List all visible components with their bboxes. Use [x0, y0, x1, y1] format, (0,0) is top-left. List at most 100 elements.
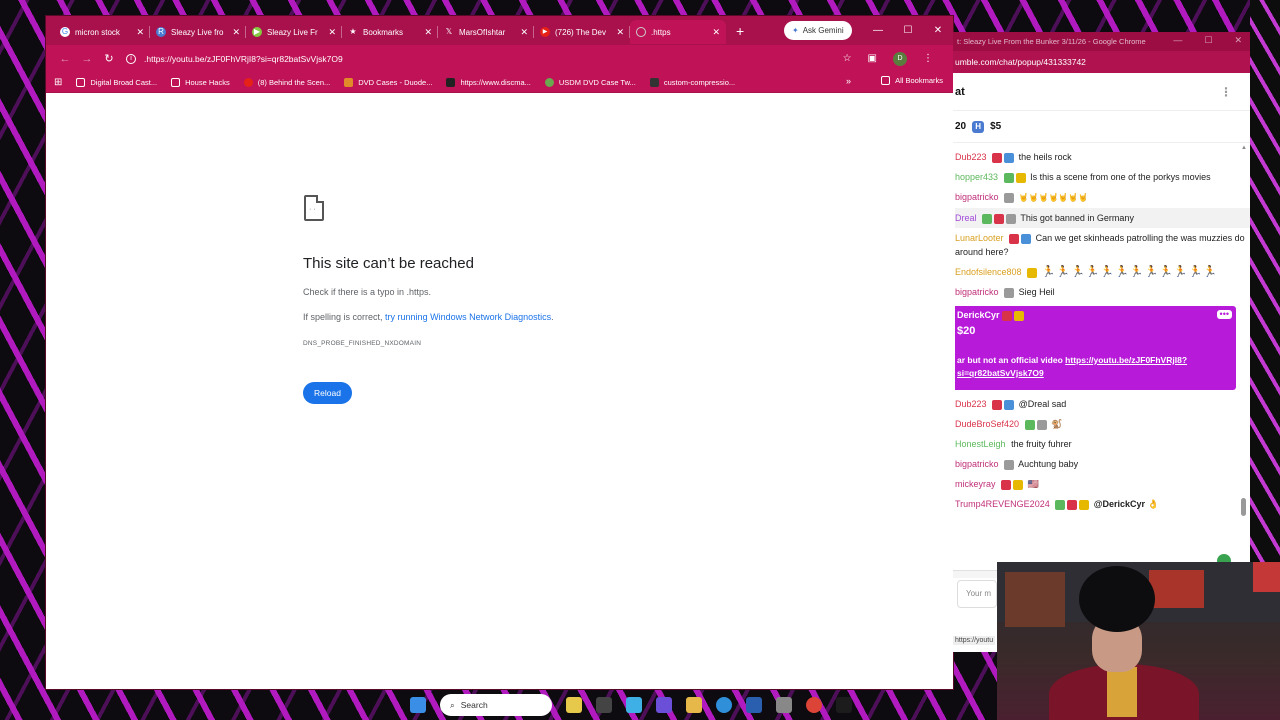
new-tab-button[interactable]: +: [736, 23, 744, 39]
profile-avatar[interactable]: D: [893, 51, 907, 66]
settings-gear-icon[interactable]: [776, 697, 792, 713]
badge-icon: [1021, 233, 1032, 244]
chat-scrollbar-thumb[interactable]: [1241, 498, 1246, 516]
badge-icon: [1015, 172, 1026, 183]
browser-toolbar: ← → ↻ i .https://youtu.be/zJF0FhVRjI8?si…: [46, 45, 953, 72]
discmakers-icon: [446, 77, 456, 87]
close-tab-icon[interactable]: ✕: [136, 27, 144, 38]
tab-sleazy-live-2[interactable]: ▶ Sleazy Live Fr ✕: [245, 20, 342, 44]
badge-icon: [1004, 399, 1015, 410]
badge-icon: [982, 213, 993, 224]
tab-bookmarks[interactable]: ★ Bookmarks ✕: [341, 20, 438, 44]
extensions-icon[interactable]: ▣: [868, 53, 877, 64]
tab-sleazy-live-1[interactable]: R Sleazy Live fro ✕: [149, 20, 246, 44]
close-tab-icon[interactable]: ✕: [712, 27, 720, 38]
ask-gemini-button[interactable]: ✦ Ask Gemini: [784, 21, 852, 40]
badge-icon: [994, 213, 1005, 224]
badge-icon: [1002, 310, 1013, 321]
bookmark-item[interactable]: https://www.discma...: [446, 77, 531, 87]
bookmark-item[interactable]: (8) Behind the Scen...: [243, 77, 330, 87]
close-tab-icon[interactable]: ✕: [520, 27, 528, 38]
bookmarks-bar: ⊞ Digital Broad Cast... House Hacks (8) …: [46, 72, 953, 93]
fur-hat: [1079, 566, 1155, 632]
maximize-icon[interactable]: ☐: [893, 16, 923, 45]
taskbar: ⌕ Search: [0, 690, 1280, 720]
tab-micron-stock[interactable]: G micron stock ✕: [54, 20, 150, 44]
badge-icon: [1024, 419, 1035, 430]
tab-marsofishtar[interactable]: 𝕏 MarsOfIshtar ✕: [437, 20, 534, 44]
rumble-favicon-icon: R: [156, 27, 166, 37]
bookmark-item[interactable]: House Hacks: [171, 77, 230, 87]
minimize-icon[interactable]: —: [1173, 35, 1182, 46]
close-tab-icon[interactable]: ✕: [616, 27, 624, 38]
badge-icon: [1004, 459, 1015, 470]
file-icon[interactable]: [596, 697, 612, 713]
chat-message-input[interactable]: Your m: [957, 580, 997, 608]
forward-arrow-icon[interactable]: →: [76, 53, 98, 65]
close-window-icon[interactable]: ✕: [923, 16, 953, 45]
address-bar[interactable]: i .https://youtu.be/zJF0FhVRjI8?si=qr82b…: [126, 49, 843, 69]
chrome-icon[interactable]: [806, 697, 822, 713]
taskbar-search[interactable]: ⌕ Search: [440, 694, 552, 716]
bookmark-item[interactable]: USDM DVD Case Tw...: [544, 77, 636, 87]
reload-button[interactable]: Reload: [303, 382, 352, 404]
badge-icon: [1003, 172, 1014, 183]
store-icon[interactable]: [746, 697, 762, 713]
badge-icon: [1013, 479, 1024, 490]
search-icon: ⌕: [450, 699, 455, 710]
chat-message: HonestLeigh the fruity fuhrer: [955, 439, 1072, 449]
bookmark-item[interactable]: Digital Broad Cast...: [76, 77, 157, 87]
copilot-icon[interactable]: [626, 697, 642, 713]
maximize-icon[interactable]: ☐: [1204, 35, 1212, 46]
chrome-window-main: G micron stock ✕ R Sleazy Live fro ✕ ▶ S…: [46, 16, 953, 689]
badge-icon: [1004, 192, 1015, 203]
bookmark-item[interactable]: custom-compressio...: [649, 77, 735, 87]
chat-message: bigpatricko Auchtung baby: [955, 459, 1079, 470]
minimize-icon[interactable]: —: [863, 16, 893, 45]
all-bookmarks-button[interactable]: All Bookmarks: [881, 76, 943, 85]
error-hint-typo: Check if there is a typo in .https.: [303, 287, 432, 297]
badge-icon: [1014, 310, 1025, 321]
folder-icon: [881, 76, 891, 85]
badge-icon: [1055, 499, 1066, 510]
chat-message: DudeBroSef420 🐒: [955, 419, 1063, 430]
site-info-icon[interactable]: i: [126, 53, 136, 64]
back-arrow-icon[interactable]: ←: [54, 53, 76, 65]
address-text[interactable]: .https://youtu.be/zJF0FhVRjI8?si=qr82bat…: [144, 54, 343, 64]
site-icon: [649, 77, 659, 87]
chat-popup-window: t: Sleazy Live From the Bunker 3/11/26 -…: [953, 32, 1250, 652]
taskbar-app-icon[interactable]: [566, 697, 582, 713]
chat-menu-kebab-icon[interactable]: ⋮: [1220, 85, 1232, 99]
badge-icon: [1036, 419, 1047, 430]
bookmarks-overflow-icon[interactable]: »: [846, 76, 851, 86]
rant-message-card: DerickCyr $20 ar but not an official vid…: [955, 306, 1236, 390]
apps-grid-icon[interactable]: ⊞: [54, 77, 62, 88]
chat-url-bar[interactable]: umble.com/chat/popup/431333742: [953, 51, 1250, 73]
tab-https-active[interactable]: .https ✕: [629, 20, 726, 44]
chat-message: Dub223 @Dreal sad: [955, 399, 1067, 410]
close-tab-icon[interactable]: ✕: [424, 27, 432, 38]
bookmark-star-icon[interactable]: ☆: [843, 53, 852, 64]
tab-strip: G micron stock ✕ R Sleazy Live fro ✕ ▶ S…: [46, 16, 953, 45]
badge-icon: [1004, 152, 1015, 163]
close-window-icon[interactable]: ✕: [1234, 35, 1242, 46]
folder-icon[interactable]: [686, 697, 702, 713]
scroll-up-icon[interactable]: ▲: [1241, 145, 1247, 151]
taskbar-app-icon[interactable]: [836, 697, 852, 713]
refresh-icon[interactable]: ↻: [98, 52, 120, 65]
youtube-icon: [243, 77, 253, 87]
close-tab-icon[interactable]: ✕: [328, 27, 336, 38]
menu-kebab-icon[interactable]: ⋮: [923, 53, 933, 64]
bookmark-item[interactable]: DVD Cases - Duode...: [344, 77, 432, 87]
badge-icon: [1006, 213, 1017, 224]
x-logo-icon: 𝕏: [445, 27, 453, 36]
edge-icon[interactable]: [716, 697, 732, 713]
close-tab-icon[interactable]: ✕: [232, 27, 240, 38]
chat-window-titlebar: t: Sleazy Live From the Bunker 3/11/26 -…: [953, 32, 1250, 51]
rant-text: ar but not an official video https://you…: [957, 354, 1188, 378]
rant-more-icon[interactable]: •••: [1216, 310, 1232, 319]
network-diagnostics-link[interactable]: try running Windows Network Diagnostics: [385, 312, 551, 322]
windows-start-icon[interactable]: [410, 697, 426, 713]
tab-youtube[interactable]: ▶ (726) The Dev ✕: [533, 20, 630, 44]
teams-icon[interactable]: [656, 697, 672, 713]
